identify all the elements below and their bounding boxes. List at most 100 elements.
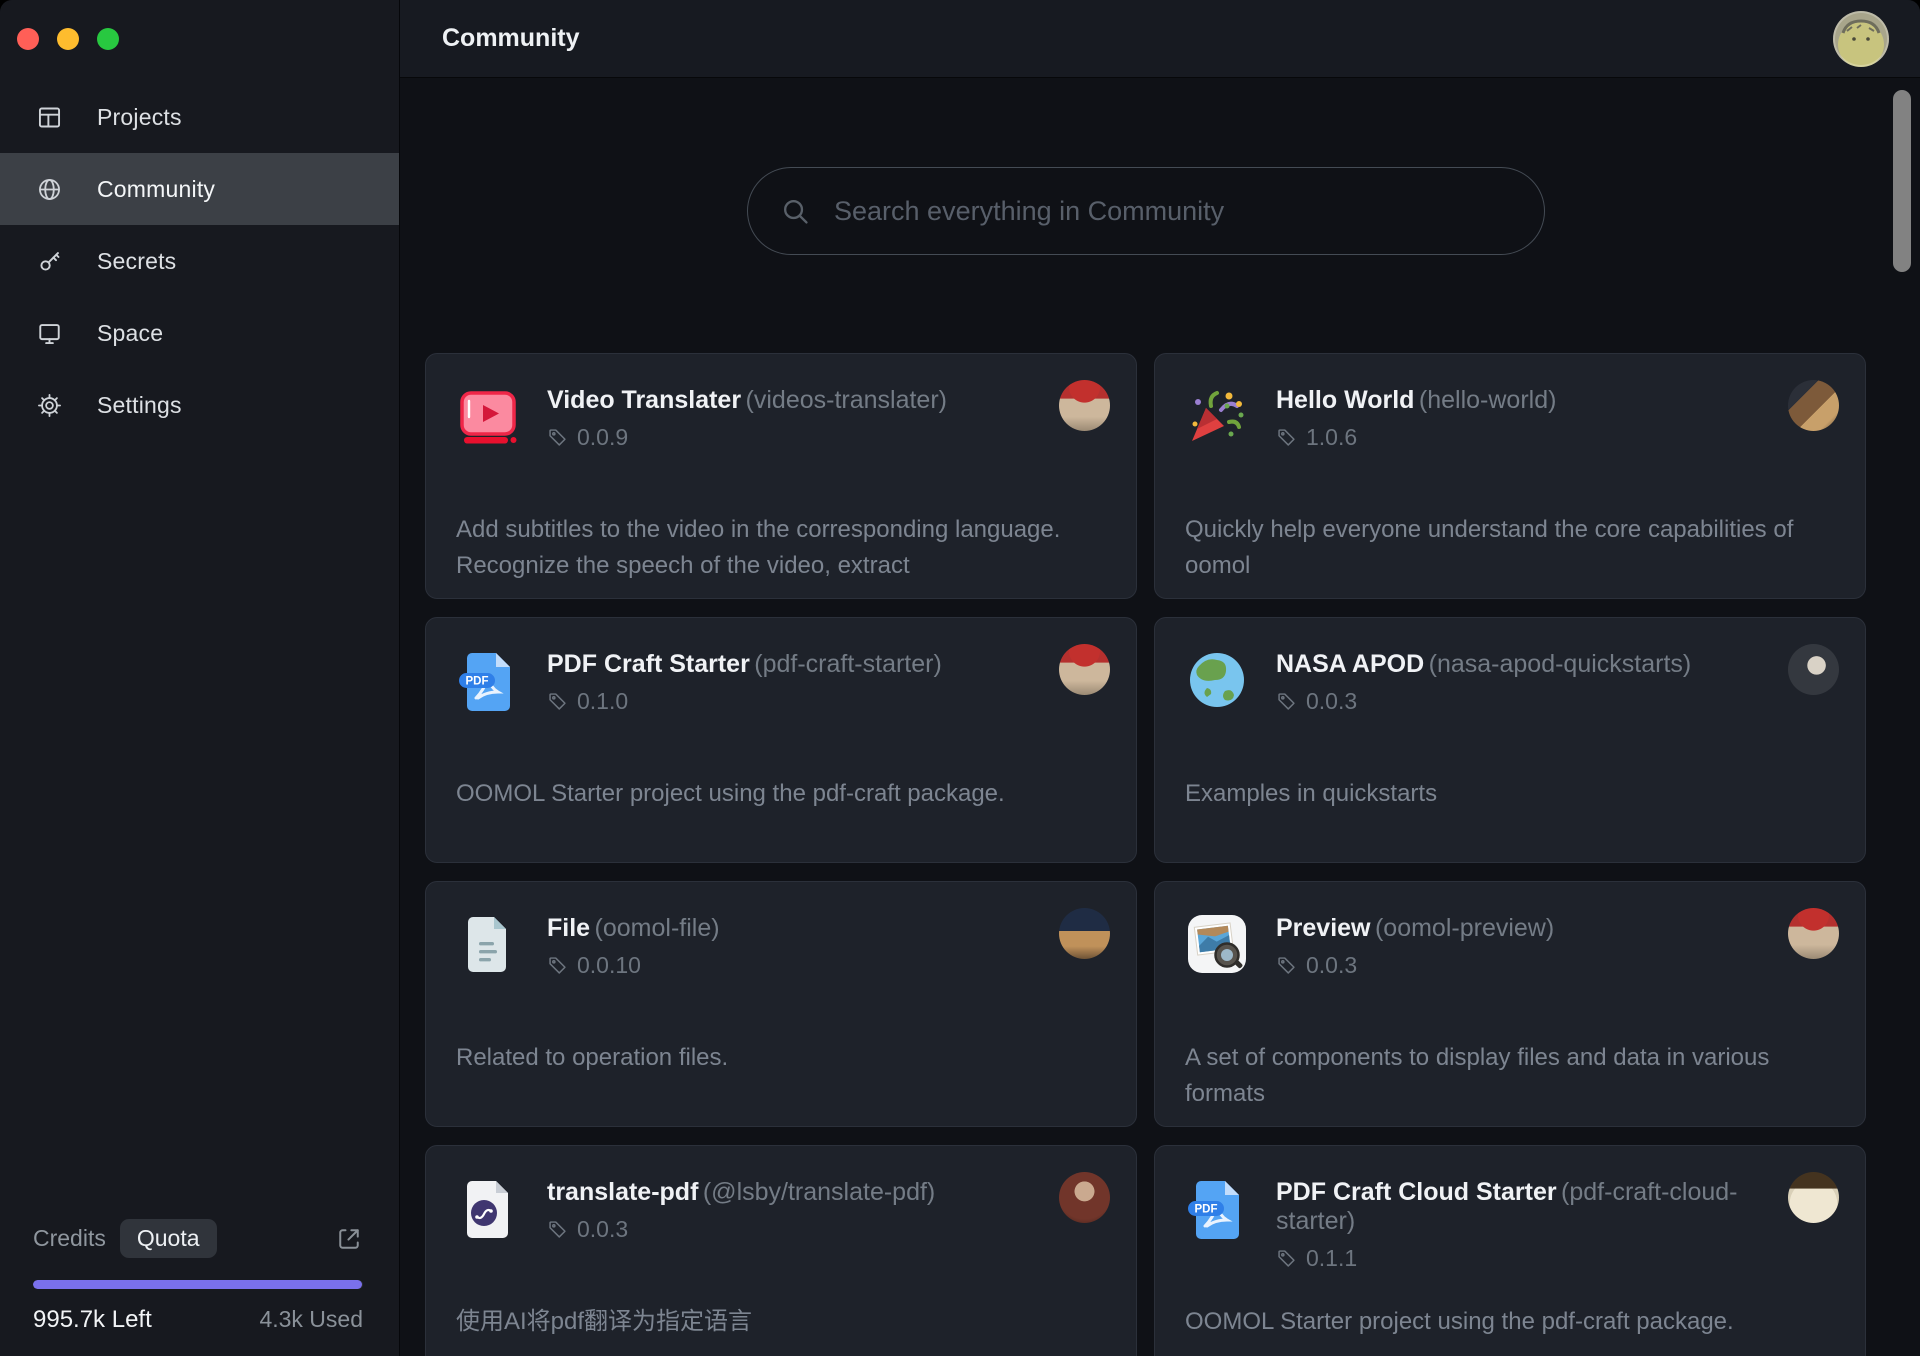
sidebar-item-label: Space [97, 320, 163, 347]
search-input[interactable] [832, 195, 1516, 228]
author-avatar [1788, 380, 1839, 431]
package-title: PDF Craft Cloud Starter [1276, 1178, 1557, 1206]
sidebar-item-label: Community [97, 176, 215, 203]
package-version: 1.0.6 [1306, 424, 1357, 451]
community-card-grid: Video Translater (videos-translater) 0.0… [425, 353, 1866, 1356]
author-avatar [1788, 1172, 1839, 1223]
sidebar-item-settings[interactable]: Settings [0, 369, 399, 441]
party-popper-icon [1185, 384, 1249, 448]
package-title: NASA APOD [1276, 650, 1424, 678]
document-icon [456, 912, 520, 976]
credits-panel: Credits Quota 995.7k Left 4.3k Used [33, 1219, 363, 1334]
package-card[interactable]: PDF PDF Craft Cloud Starter (pdf-craft-c… [1154, 1145, 1866, 1356]
sidebar-item-secrets[interactable]: Secrets [0, 225, 399, 297]
vertical-scrollbar-thumb[interactable] [1893, 90, 1911, 272]
package-description: 使用AI将pdf翻译为指定语言 [456, 1304, 1088, 1340]
author-avatar [1788, 644, 1839, 695]
credits-progress-bar [33, 1280, 363, 1289]
external-link-icon[interactable] [335, 1225, 363, 1253]
version-tag-icon [547, 955, 568, 976]
package-version: 0.0.9 [577, 424, 628, 451]
page-title: Community [442, 24, 580, 53]
package-card[interactable]: Video Translater (videos-translater) 0.0… [425, 353, 1137, 599]
pdf-file-icon: PDF [1185, 1176, 1249, 1240]
sidebar-item-space[interactable]: Space [0, 297, 399, 369]
monitor-icon [36, 320, 63, 347]
sidebar-item-community[interactable]: Community [0, 153, 399, 225]
package-version: 0.0.3 [1306, 952, 1357, 979]
package-slug: (@lsby/translate-pdf) [703, 1178, 935, 1206]
package-description: Examples in quickstarts [1185, 776, 1817, 812]
minimize-window-button[interactable] [57, 28, 79, 50]
sidebar-item-label: Projects [97, 104, 182, 131]
svg-text:PDF: PDF [466, 676, 489, 688]
version-tag-icon [1276, 427, 1297, 448]
package-slug: (hello-world) [1419, 386, 1557, 414]
package-slug: (nasa-apod-quickstarts) [1429, 650, 1692, 678]
package-version: 0.0.3 [577, 1216, 628, 1243]
version-tag-icon [547, 1219, 568, 1240]
preview-app-icon [1185, 912, 1249, 976]
author-avatar [1788, 908, 1839, 959]
package-title: Video Translater [547, 386, 741, 414]
author-avatar [1059, 1172, 1110, 1223]
globe-icon [36, 176, 63, 203]
video-player-icon [456, 384, 520, 448]
gear-icon [36, 392, 63, 419]
package-title: Hello World [1276, 386, 1414, 414]
app-window: Projects Community Secrets Space Setting… [0, 0, 1920, 1356]
package-version: 0.0.10 [577, 952, 641, 979]
page-header: Community [400, 0, 1920, 78]
credits-left-value: 995.7k Left [33, 1306, 152, 1334]
version-tag-icon [547, 427, 568, 448]
sidebar: Projects Community Secrets Space Setting… [0, 0, 400, 1356]
package-slug: (pdf-craft-starter) [754, 650, 942, 678]
projects-grid-icon [36, 104, 63, 131]
author-avatar [1059, 380, 1110, 431]
svg-text:PDF: PDF [1195, 1204, 1218, 1216]
package-description: Related to operation files. [456, 1040, 1088, 1076]
search-icon [780, 196, 811, 227]
package-title: PDF Craft Starter [547, 650, 750, 678]
package-title: Preview [1276, 914, 1371, 942]
sidebar-nav: Projects Community Secrets Space Setting… [0, 81, 399, 441]
version-tag-icon [1276, 691, 1297, 712]
pdf-file-icon: PDF [456, 648, 520, 712]
key-icon [36, 248, 63, 275]
quota-badge[interactable]: Quota [120, 1219, 217, 1258]
package-description: OOMOL Starter project using the pdf-craf… [456, 776, 1088, 812]
search-bar[interactable] [747, 167, 1545, 255]
sidebar-item-label: Settings [97, 392, 182, 419]
package-card[interactable]: PDF PDF Craft Starter (pdf-craft-starter… [425, 617, 1137, 863]
version-tag-icon [1276, 1248, 1297, 1269]
package-version: 0.1.1 [1306, 1245, 1357, 1272]
package-version: 0.1.0 [577, 688, 628, 715]
package-card[interactable]: Hello World (hello-world) 1.0.6 Quickly … [1154, 353, 1866, 599]
close-window-button[interactable] [17, 28, 39, 50]
maximize-window-button[interactable] [97, 28, 119, 50]
window-controls [17, 28, 119, 50]
sidebar-item-projects[interactable]: Projects [0, 81, 399, 153]
credits-progress-fill [33, 1280, 362, 1289]
version-tag-icon [547, 691, 568, 712]
package-card[interactable]: translate-pdf (@lsby/translate-pdf) 0.0.… [425, 1145, 1137, 1356]
credits-label: Credits [33, 1225, 106, 1252]
translate-doc-icon [456, 1176, 520, 1240]
main-area: Community Video Translater (videos-tr [400, 0, 1920, 1356]
package-slug: (oomol-file) [595, 914, 720, 942]
package-description: Quickly help everyone understand the cor… [1185, 512, 1817, 584]
version-tag-icon [1276, 955, 1297, 976]
package-slug: (oomol-preview) [1375, 914, 1554, 942]
package-card[interactable]: File (oomol-file) 0.0.10 Related to oper… [425, 881, 1137, 1127]
package-card[interactable]: NASA APOD (nasa-apod-quickstarts) 0.0.3 … [1154, 617, 1866, 863]
package-title: translate-pdf [547, 1178, 698, 1206]
globe-earth-icon [1185, 648, 1249, 712]
package-title: File [547, 914, 590, 942]
package-card[interactable]: Preview (oomol-preview) 0.0.3 A set of c… [1154, 881, 1866, 1127]
author-avatar [1059, 908, 1110, 959]
package-description: OOMOL Starter project using the pdf-craf… [1185, 1304, 1817, 1340]
package-description: Add subtitles to the video in the corres… [456, 512, 1088, 584]
user-avatar[interactable] [1833, 11, 1889, 67]
package-version: 0.0.3 [1306, 688, 1357, 715]
package-description: A set of components to display files and… [1185, 1040, 1817, 1112]
